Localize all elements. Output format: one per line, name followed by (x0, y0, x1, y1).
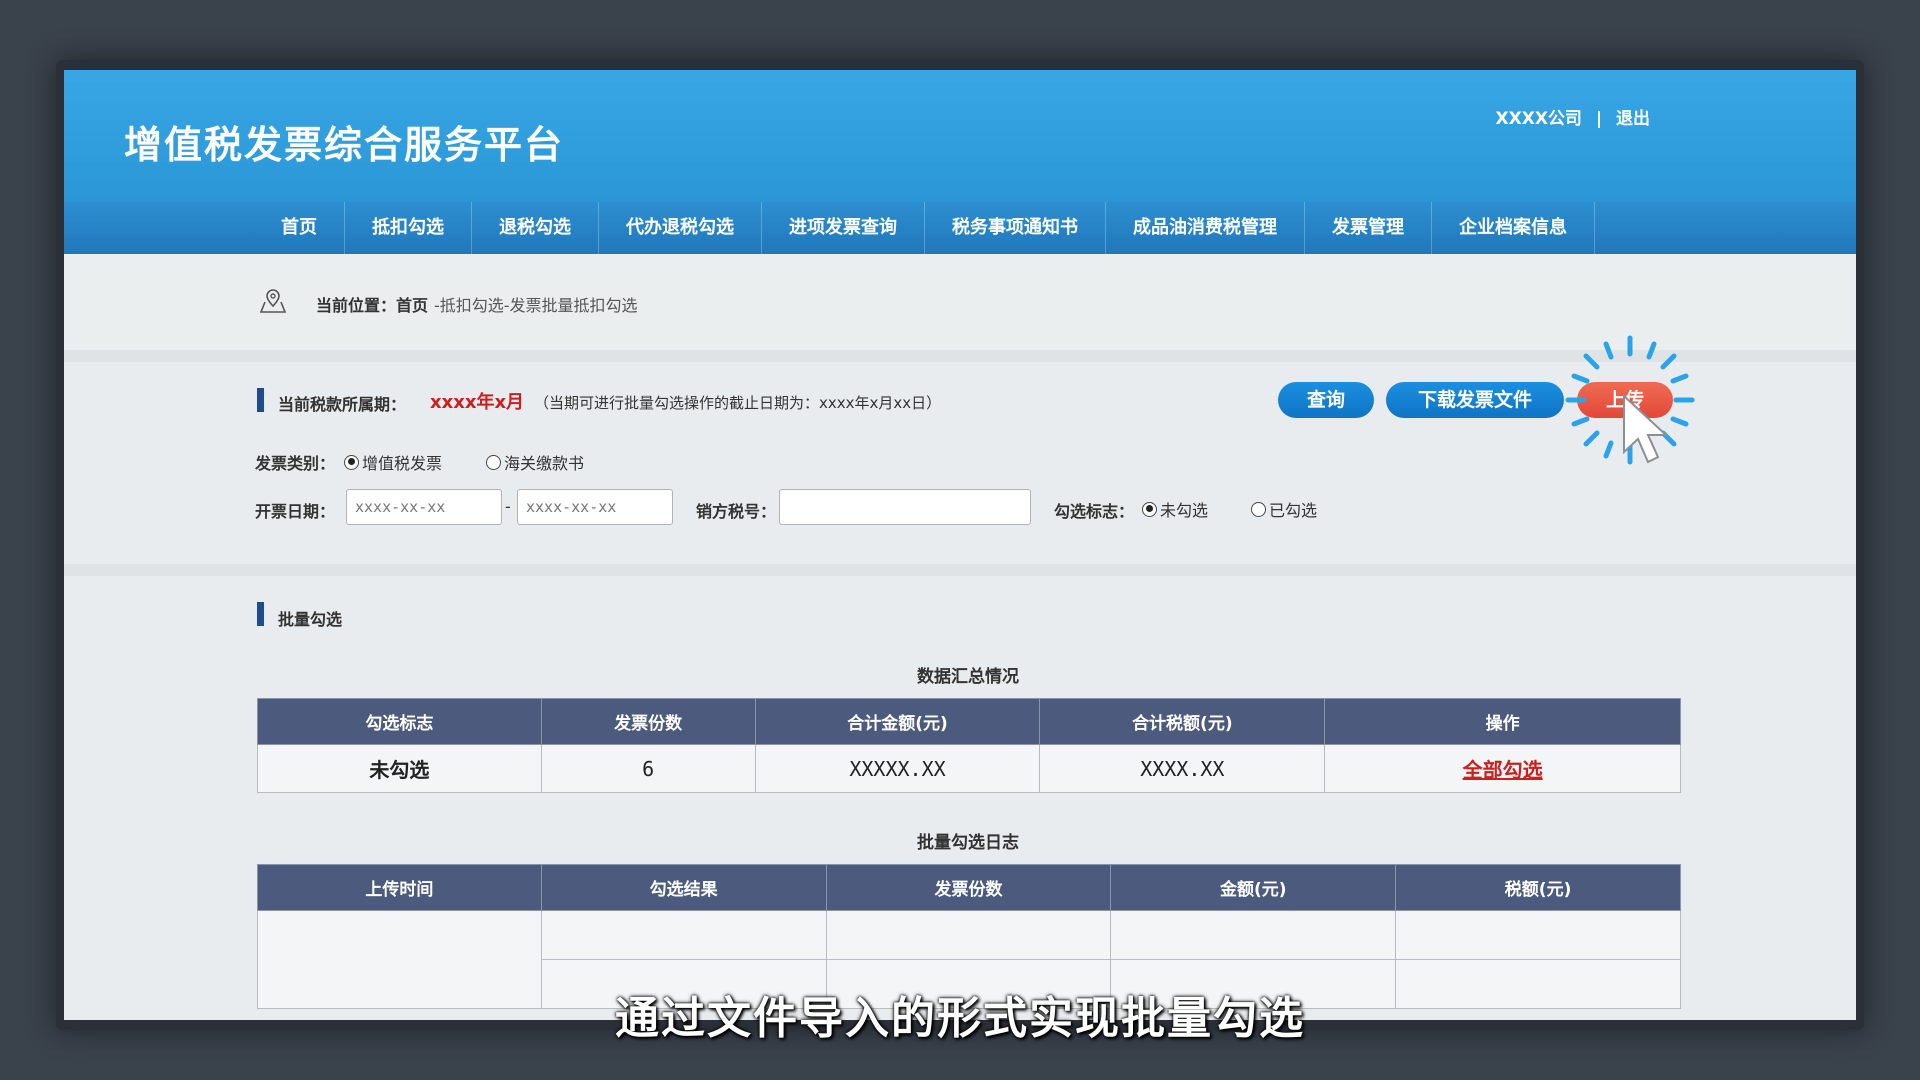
app-title: 增值税发票综合服务平台 (124, 123, 565, 167)
period-label: 当前税款所属期： (278, 395, 407, 414)
log-cell (540, 910, 827, 960)
select-all-link[interactable]: 全部勾选 (1463, 758, 1543, 782)
nav-item-refund-check[interactable]: 退税勾选 (472, 202, 599, 254)
user-separator: | (1595, 109, 1603, 129)
log-caption: 批量勾选日志 (917, 833, 1019, 853)
log-header-tax: 税额(元) (1395, 864, 1681, 911)
batch-section-marker (257, 602, 264, 626)
table-row (257, 910, 1681, 1009)
summary-header-row: 勾选标志 发票份数 合计金额(元) 合计税额(元) 操作 (257, 698, 1681, 745)
log-cell (1395, 910, 1681, 960)
logout-link[interactable]: 退出 (1616, 109, 1650, 129)
app-screen: 增值税发票综合服务平台 XXXX公司 | 退出 首页 抵扣勾选 退税勾选 代办退… (64, 70, 1856, 1020)
log-cell (1110, 910, 1397, 960)
query-button[interactable]: 查询 (1278, 382, 1374, 418)
summary-caption: 数据汇总情况 (917, 667, 1019, 687)
summary-table: 勾选标志 发票份数 合计金额(元) 合计税额(元) 操作 未勾选 6 XXXXX… (257, 698, 1681, 793)
radio-circle (486, 454, 501, 470)
summary-header-flag: 勾选标志 (257, 698, 542, 745)
nav-item-agent-refund-check[interactable]: 代办退税勾选 (599, 202, 762, 254)
nav-item-oil-tax[interactable]: 成品油消费税管理 (1106, 202, 1305, 254)
radio-circle-checked (1142, 501, 1157, 517)
user-area: XXXX公司 | 退出 (1496, 104, 1651, 129)
check-flag-label: 勾选标志： (1054, 502, 1135, 521)
summary-tax-cell: XXXX.XX (1039, 744, 1326, 793)
log-header-row: 上传时间 勾选结果 发票份数 金额(元) 税额(元) (257, 864, 1681, 911)
summary-amount-cell: XXXXX.XX (754, 744, 1041, 793)
summary-header-tax: 合计税额(元) (1039, 698, 1326, 745)
date-from-input[interactable] (346, 489, 502, 525)
nav-item-company-profile[interactable]: 企业档案信息 (1432, 202, 1595, 254)
radio-vat-invoice[interactable]: 增值税发票 (344, 450, 442, 474)
table-row: 未勾选 6 XXXXX.XX XXXX.XX 全部勾选 (257, 744, 1681, 793)
summary-header-action: 操作 (1324, 698, 1681, 745)
period-value: xxxx年x月 (430, 392, 525, 413)
summary-header-amount: 合计金额(元) (754, 698, 1041, 745)
date-label: 开票日期： (255, 502, 336, 521)
nav-list: 首页 抵扣勾选 退税勾选 代办退税勾选 进项发票查询 税务事项通知书 成品油消费… (254, 202, 1595, 254)
log-header-upload-time: 上传时间 (257, 864, 542, 911)
radio-label: 增值税发票 (362, 454, 443, 473)
main-nav: 首页 抵扣勾选 退税勾选 代办退税勾选 进项发票查询 税务事项通知书 成品油消费… (64, 202, 1856, 254)
breadcrumb-path: -抵扣勾选-发票批量抵扣勾选 (434, 296, 638, 315)
log-header-result: 勾选结果 (540, 864, 827, 911)
radio-customs-payment[interactable]: 海关缴款书 (486, 450, 584, 474)
invoice-type-label: 发票类别： (255, 454, 336, 473)
radio-circle (1251, 501, 1266, 517)
breadcrumb: 当前位置：首页 -抵扣勾选-发票批量抵扣勾选 (64, 254, 1856, 350)
log-cell (825, 910, 1112, 960)
radio-label: 已勾选 (1269, 501, 1318, 520)
radio-circle-checked (344, 454, 359, 470)
radio-label: 海关缴款书 (504, 454, 585, 473)
seller-tax-label: 销方税号： (696, 502, 777, 521)
summary-action-cell: 全部勾选 (1324, 744, 1681, 793)
nav-item-invoice-mgmt[interactable]: 发票管理 (1305, 202, 1432, 254)
nav-item-tax-notice[interactable]: 税务事项通知书 (925, 202, 1106, 254)
log-header-count: 发票份数 (825, 864, 1112, 911)
log-header-amount: 金额(元) (1110, 864, 1397, 911)
radio-label: 未勾选 (1160, 501, 1209, 520)
divider-2 (64, 564, 1856, 576)
video-subtitle: 通过文件导入的形式实现批量勾选 (615, 993, 1305, 1044)
company-name: XXXX公司 (1495, 109, 1582, 129)
batch-section-title: 批量勾选 (278, 610, 343, 629)
date-to-input[interactable] (517, 489, 673, 525)
summary-flag-cell: 未勾选 (257, 744, 542, 793)
header-bar: 增值税发票综合服务平台 XXXX公司 | 退出 (64, 70, 1856, 202)
period-note: （当期可进行批量勾选操作的截止日期为：xxxx年x月xx日） (534, 394, 942, 412)
divider-1 (64, 350, 1856, 362)
mouse-cursor-icon (1623, 393, 1669, 464)
nav-item-home[interactable]: 首页 (254, 202, 345, 254)
location-pin-icon (259, 289, 287, 313)
download-invoice-button[interactable]: 下载发票文件 (1386, 382, 1564, 418)
radio-checked-flag[interactable]: 已勾选 (1251, 497, 1317, 521)
breadcrumb-label: 当前位置：首页 (316, 296, 429, 315)
summary-header-count: 发票份数 (540, 698, 756, 745)
section-marker (257, 388, 264, 412)
summary-count-cell: 6 (540, 744, 756, 793)
nav-item-input-invoice-query[interactable]: 进项发票查询 (762, 202, 925, 254)
nav-item-deduction-check[interactable]: 抵扣勾选 (345, 202, 472, 254)
seller-tax-input[interactable] (779, 489, 1031, 525)
date-separator: - (505, 497, 511, 516)
radio-unchecked-flag[interactable]: 未勾选 (1142, 497, 1208, 521)
